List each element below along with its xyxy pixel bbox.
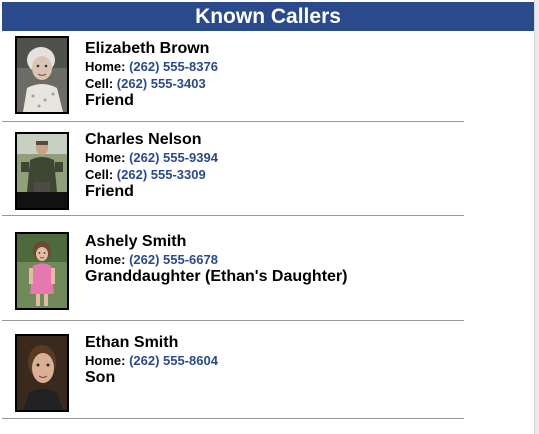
phone-label: Home:: [85, 353, 126, 368]
home-phone-row: Home: (262) 555-8376: [85, 58, 218, 75]
caller-entry[interactable]: Ashely Smith Home: (262) 555-6678 Grandd…: [0, 216, 535, 321]
caller-name: Ethan Smith: [85, 334, 179, 351]
caller-info: Ashely Smith Home: (262) 555-6678 Grandd…: [85, 233, 347, 285]
cell-phone-row: Cell: (262) 555-3403: [85, 75, 218, 92]
home-phone-row: Home: (262) 555-6678: [85, 251, 347, 268]
home-phone-row: Home: (262) 555-9394: [85, 149, 218, 166]
caller-list: Elizabeth Brown Home: (262) 555-8376 Cel…: [0, 31, 535, 420]
phone-label: Home:: [85, 59, 126, 74]
cell-phone-link[interactable]: (262) 555-3403: [117, 76, 206, 91]
caller-entry[interactable]: Elizabeth Brown Home: (262) 555-8376 Cel…: [0, 31, 535, 122]
scrollbar[interactable]: [534, 0, 539, 434]
known-callers-page: Known Callers Elizabeth Brown Home: (262…: [0, 0, 539, 434]
caller-entry[interactable]: Ethan Smith Home: (262) 555-8604 Son: [0, 320, 535, 420]
caller-info: Elizabeth Brown Home: (262) 555-8376 Cel…: [85, 40, 218, 109]
phone-label: Home:: [85, 252, 126, 267]
caller-photo[interactable]: [15, 334, 69, 412]
phone-label: Cell:: [85, 76, 114, 91]
man-outdoors-portrait-icon: [17, 134, 67, 192]
cell-phone-link[interactable]: (262) 555-3309: [117, 167, 206, 182]
home-phone-row: Home: (262) 555-8604: [85, 352, 218, 369]
caller-name: Elizabeth Brown: [85, 40, 210, 57]
girl-pink-dress-portrait-icon: [17, 234, 67, 308]
phone-label: Cell:: [85, 167, 114, 182]
caller-relation: Granddaughter (Ethan's Daughter): [85, 268, 348, 285]
caller-relation: Friend: [85, 183, 134, 200]
caller-info: Ethan Smith Home: (262) 555-8604 Son: [85, 334, 218, 386]
phone-label: Home:: [85, 150, 126, 165]
home-phone-link[interactable]: (262) 555-8376: [129, 59, 218, 74]
caller-relation: Friend: [85, 92, 134, 109]
divider: [2, 418, 464, 419]
caller-photo[interactable]: [15, 232, 69, 310]
home-phone-link[interactable]: (262) 555-6678: [129, 252, 218, 267]
caller-relation: Son: [85, 369, 116, 386]
caller-photo[interactable]: [15, 132, 69, 210]
home-phone-link[interactable]: (262) 555-9394: [129, 150, 218, 165]
caller-name: Ashely Smith: [85, 233, 187, 250]
caller-entry[interactable]: Charles Nelson Home: (262) 555-9394 Cell…: [0, 122, 535, 216]
caller-name: Charles Nelson: [85, 131, 202, 148]
young-man-portrait-icon: [17, 336, 67, 410]
cell-phone-row: Cell: (262) 555-3309: [85, 166, 218, 183]
caller-info: Charles Nelson Home: (262) 555-9394 Cell…: [85, 131, 218, 200]
home-phone-link[interactable]: (262) 555-8604: [129, 353, 218, 368]
caller-photo[interactable]: [15, 36, 69, 114]
elderly-woman-portrait-icon: [17, 38, 67, 112]
page-title: Known Callers: [2, 2, 534, 31]
